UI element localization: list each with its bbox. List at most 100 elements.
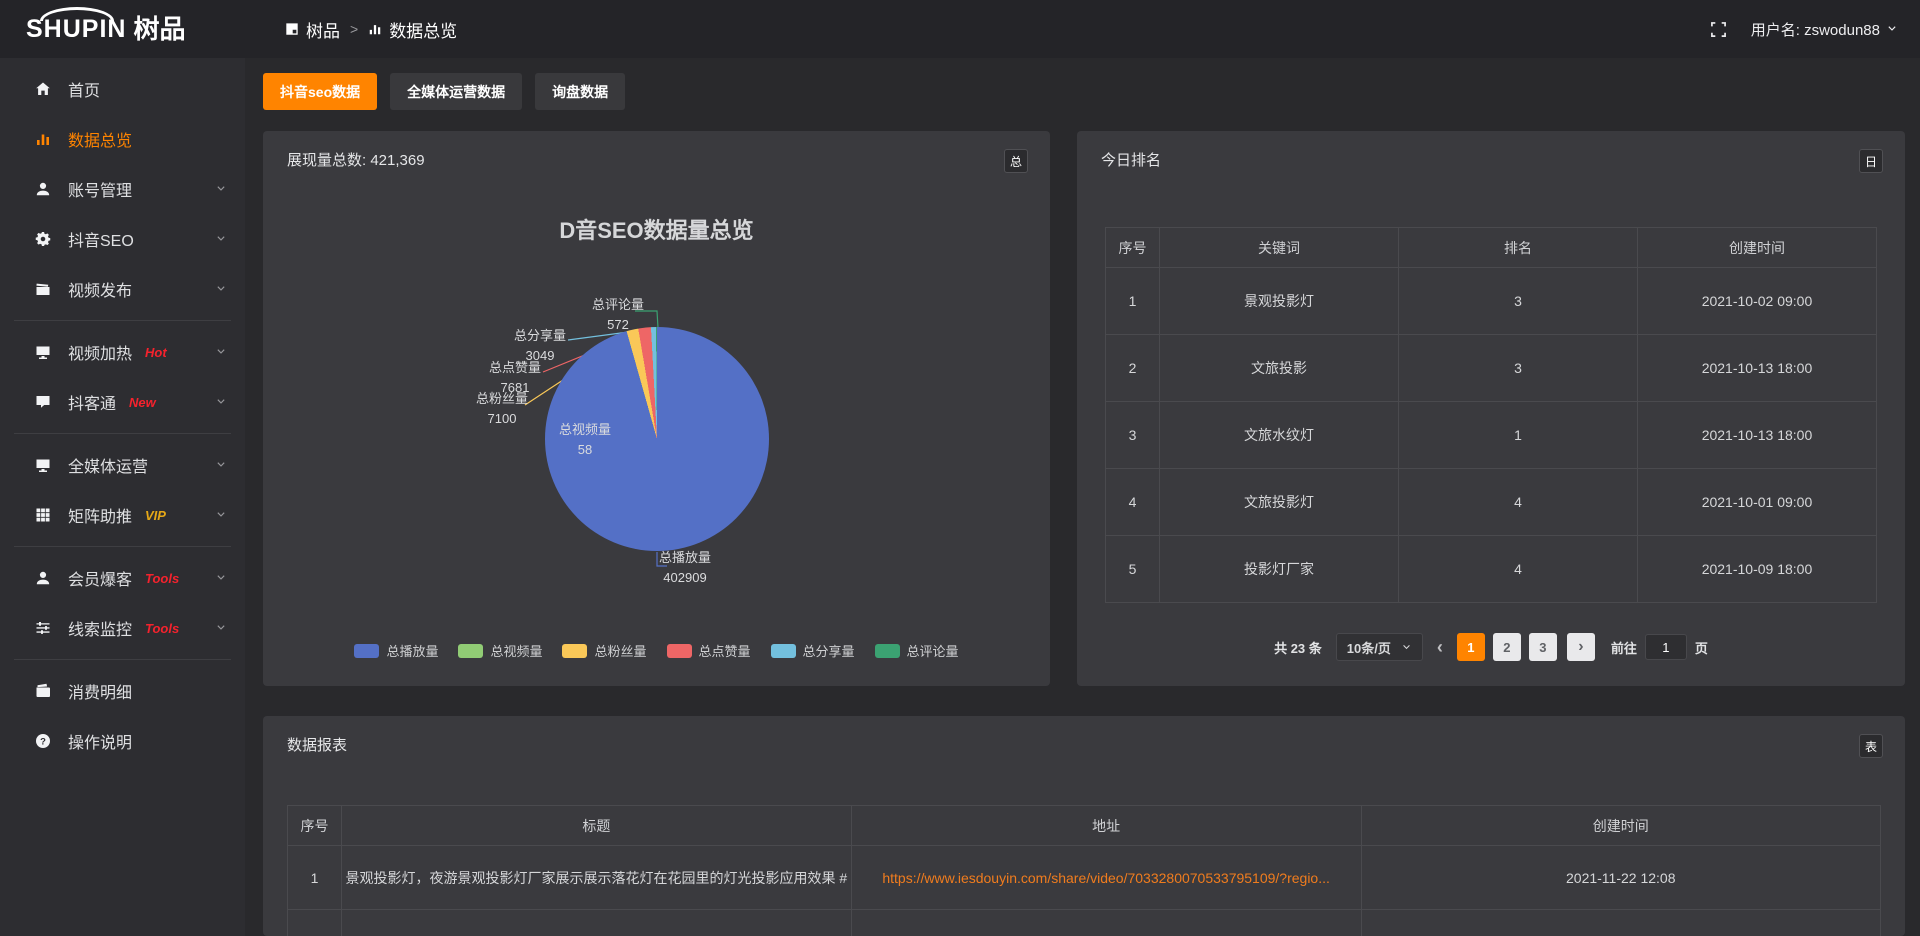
- topbar-right: 用户名: zswodun88: [1710, 19, 1920, 40]
- next-page-button[interactable]: ›: [1567, 633, 1595, 661]
- user-icon: [34, 181, 52, 197]
- chevron-down-icon: [215, 396, 227, 408]
- table-cell: 4: [1398, 469, 1637, 536]
- page-size-select[interactable]: 10条/页: [1336, 633, 1423, 661]
- chevron-down-icon: [215, 622, 227, 634]
- sidebar-item-label: 首页: [68, 77, 100, 101]
- table-row-partial: [288, 910, 1881, 936]
- table-cell: 文旅水纹灯: [1159, 402, 1398, 469]
- data-report-card: 数据报表 表 序号标题地址创建时间 1景观投影灯，夜游景观投影灯厂家展示展示落花…: [263, 716, 1905, 936]
- user-menu[interactable]: 用户名: zswodun88: [1751, 19, 1898, 40]
- column-header: 序号: [1106, 228, 1160, 268]
- column-header: 排名: [1398, 228, 1637, 268]
- row-url-cell: https://www.iesdouyin.com/share/video/70…: [851, 846, 1361, 910]
- table-cell: 4: [1398, 536, 1637, 603]
- pie-slice-label: 总评论量572: [573, 295, 663, 335]
- display-icon: [34, 457, 52, 473]
- sidebar-item[interactable]: 视频加热Hot: [0, 327, 245, 377]
- day-badge[interactable]: 日: [1859, 149, 1883, 173]
- legend-item[interactable]: 总评论量: [875, 641, 959, 660]
- sidebar-item[interactable]: 抖音SEO: [0, 214, 245, 264]
- page-button-2[interactable]: 2: [1493, 633, 1521, 661]
- monitor-icon: [34, 344, 52, 360]
- column-header: 序号: [288, 806, 342, 846]
- logo-arc-decoration: [40, 7, 114, 21]
- sidebar-item-label: 消费明细: [68, 679, 132, 703]
- sidebar-item-badge: Tools: [145, 621, 179, 636]
- sidebar-item[interactable]: 矩阵助推VIP: [0, 490, 245, 540]
- video-link[interactable]: https://www.iesdouyin.com/share/video/70…: [882, 870, 1330, 886]
- tab-3[interactable]: 询盘数据: [535, 73, 625, 110]
- bar-chart-icon: [34, 131, 52, 147]
- sidebar-item[interactable]: 数据总览: [0, 114, 245, 164]
- sidebar-item-badge: New: [129, 395, 156, 410]
- sidebar-item-label: 视频发布: [68, 277, 132, 301]
- legend-label: 总视频量: [490, 641, 542, 660]
- pagination: 共 23 条 10条/页 ‹ 123 › 前往 页: [1077, 633, 1905, 661]
- fullscreen-icon[interactable]: [1710, 21, 1727, 38]
- page-button-3[interactable]: 3: [1529, 633, 1557, 661]
- sidebar-item-label: 线索监控: [68, 616, 132, 640]
- legend-swatch: [771, 644, 796, 658]
- tab-1[interactable]: 抖音seo数据: [263, 73, 377, 110]
- sidebar-item[interactable]: 抖客通 New: [0, 377, 245, 427]
- table-cell: 2021-10-13 18:00: [1637, 402, 1876, 469]
- sliders-icon: [34, 620, 52, 636]
- sidebar-item[interactable]: ?操作说明: [0, 716, 245, 766]
- top-bar: SHUPIN 树品 树品 > 数据总览 用户名: zswodun88: [0, 0, 1920, 58]
- ranking-table: 序号关键词排名创建时间 1景观投影灯32021-10-02 09:002文旅投影…: [1105, 227, 1877, 603]
- table-cell: 2021-10-09 18:00: [1637, 536, 1876, 603]
- sidebar-item-label: 会员爆客: [68, 566, 132, 590]
- pie-slice-label: 总分享量3049: [495, 326, 585, 366]
- table-row: 5投影灯厂家42021-10-09 18:00: [1106, 536, 1877, 603]
- table-cell: 1: [1106, 268, 1160, 335]
- sidebar-item[interactable]: 视频发布: [0, 264, 245, 314]
- goto-page-input[interactable]: [1645, 634, 1687, 660]
- sidebar-item-badge: Hot: [145, 345, 167, 360]
- table-badge[interactable]: 表: [1859, 734, 1883, 758]
- table-row: 1景观投影灯，夜游景观投影灯厂家展示展示落花灯在花园里的灯光投影应用效果 #ht…: [288, 846, 1881, 910]
- column-header: 标题: [342, 806, 852, 846]
- chevron-down-icon: [215, 283, 227, 295]
- pie-slice-label: 总视频量58: [540, 420, 630, 460]
- table-cell: 4: [1106, 469, 1160, 536]
- breadcrumb: 树品 > 数据总览: [285, 17, 457, 42]
- legend-item[interactable]: 总播放量: [354, 641, 438, 660]
- sidebar-item[interactable]: 消费明细: [0, 666, 245, 716]
- chat-icon: [34, 394, 52, 410]
- legend-item[interactable]: 总点赞量: [667, 641, 751, 660]
- legend-label: 总评论量: [907, 641, 959, 660]
- sidebar-item[interactable]: 线索监控 Tools: [0, 603, 245, 653]
- legend-item[interactable]: 总粉丝量: [562, 641, 646, 660]
- sidebar-divider: [14, 433, 231, 434]
- seo-overview-card: 展现量总数: 421,369 总 D音SEO数据量总览 总播放量402909总视…: [263, 131, 1050, 686]
- legend-item[interactable]: 总分享量: [771, 641, 855, 660]
- page-button-1[interactable]: 1: [1457, 633, 1485, 661]
- logo-text-cn: 树品: [133, 16, 185, 42]
- row-title-cell: 景观投影灯，夜游景观投影灯厂家展示展示落花灯在花园里的灯光投影应用效果 #: [342, 846, 852, 910]
- row-created-cell: 2021-11-22 12:08: [1361, 846, 1881, 910]
- sidebar-item[interactable]: 首页: [0, 64, 245, 114]
- sidebar-item-label: 抖客通: [68, 390, 116, 414]
- tab-2[interactable]: 全媒体运营数据: [390, 73, 522, 110]
- ranking-card-title: 今日排名: [1101, 149, 1161, 170]
- breadcrumb-root[interactable]: 树品: [285, 17, 340, 42]
- sidebar-item[interactable]: 会员爆客 Tools: [0, 553, 245, 603]
- sidebar-item-badge: Tools: [145, 571, 179, 586]
- sidebar-item[interactable]: 全媒体运营: [0, 440, 245, 490]
- breadcrumb-current[interactable]: 数据总览: [368, 17, 457, 42]
- logo-text-en: SHUPIN: [26, 17, 126, 42]
- data-tabs: 抖音seo数据全媒体运营数据询盘数据: [263, 73, 1905, 110]
- grid-icon: [34, 507, 52, 523]
- prev-page-button[interactable]: ‹: [1433, 638, 1447, 656]
- sidebar-item[interactable]: 账号管理: [0, 164, 245, 214]
- legend-item[interactable]: 总视频量: [458, 641, 542, 660]
- chevron-down-icon: [1886, 23, 1898, 35]
- home-icon: [34, 81, 52, 97]
- sidebar-divider: [14, 546, 231, 547]
- table-cell: 1: [1398, 402, 1637, 469]
- sidebar-item-label: 数据总览: [68, 127, 132, 151]
- column-header: 创建时间: [1361, 806, 1881, 846]
- legend-swatch: [562, 644, 587, 658]
- sidebar-item-label: 全媒体运营: [68, 453, 148, 477]
